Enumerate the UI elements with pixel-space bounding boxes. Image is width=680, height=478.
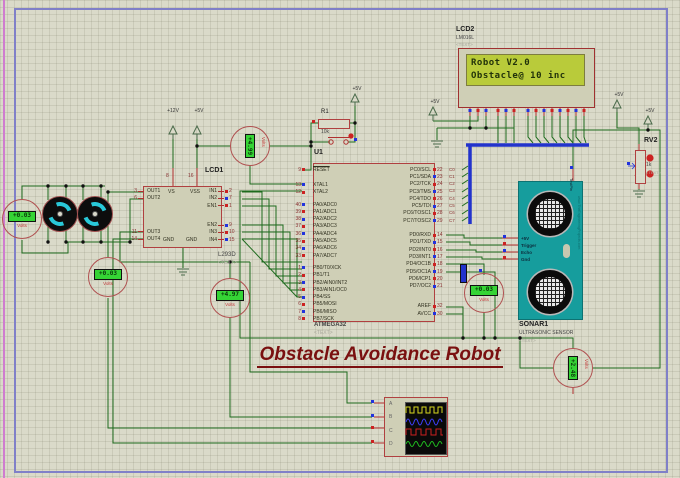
r1-value: 10k bbox=[321, 129, 330, 135]
voltmeter-4[interactable]: +4.97 Volts bbox=[210, 278, 250, 318]
lcd2-part: LM016L bbox=[456, 35, 475, 41]
crystal-icon bbox=[563, 244, 570, 258]
sonar-watermark: www.TheEngineeringProjects.com bbox=[577, 196, 581, 250]
resistor-r1[interactable] bbox=[318, 119, 350, 129]
voltmeter-unit: Volts bbox=[261, 137, 266, 147]
lcd2-screen: Robot V2.0 Obstacle@ 10 inc bbox=[466, 54, 585, 86]
voltmeter-unit: Volts bbox=[584, 359, 589, 369]
sonar-testpin-label: TestPin bbox=[569, 178, 574, 192]
rv2-ref: RV2 bbox=[644, 137, 658, 144]
transducer-icon bbox=[528, 192, 572, 236]
voltmeter-display: +4.97 bbox=[216, 289, 244, 301]
power-label-5v: +5V bbox=[645, 108, 655, 114]
u1-part: ATMEGA32 bbox=[314, 322, 347, 328]
motor-hub-icon bbox=[57, 211, 63, 217]
power-label-5v: +5V bbox=[194, 108, 204, 114]
bus-entry-segment bbox=[460, 264, 467, 283]
voltmeter-unit: Volts bbox=[479, 296, 489, 302]
sonar-ref: SONAR1 bbox=[519, 321, 549, 328]
lcd2-note: <TEXT> bbox=[456, 42, 473, 47]
u1-ref: U1 bbox=[314, 149, 323, 156]
driver-pin8-num: 8 bbox=[166, 173, 169, 179]
scope-channel-labels: ABCD bbox=[389, 401, 393, 447]
voltmeter-6[interactable]: +2.48 Volts bbox=[553, 348, 593, 388]
dc-motor-left[interactable] bbox=[42, 196, 78, 232]
voltmeter-unit: Volts bbox=[103, 280, 113, 286]
driver-ref: LCD1 bbox=[205, 167, 224, 174]
voltmeter-display: +0.03 bbox=[8, 210, 36, 222]
voltmeter-display: +0.03 bbox=[94, 268, 122, 280]
voltmeter-display: +4.99 bbox=[245, 134, 255, 158]
power-label-5v: +5V bbox=[352, 86, 362, 92]
rv2-note: <TEXT> bbox=[646, 170, 661, 175]
driver-gnd-label: GND bbox=[186, 237, 198, 243]
ultrasonic-sensor[interactable]: +5V Trigger Echo Gnd www.TheEngineeringProj… bbox=[518, 178, 583, 320]
driver-vss-label: VSS bbox=[190, 189, 201, 195]
driver-pin16-num: 16 bbox=[188, 173, 194, 179]
voltmeter-display: +0.03 bbox=[470, 284, 498, 296]
schematic-title: Obstacle Avoidance Robot bbox=[240, 344, 520, 368]
rv2-value: 1k bbox=[646, 162, 652, 168]
lcd2-pin-names bbox=[466, 86, 588, 103]
voltmeter-3[interactable]: +4.99 Volts bbox=[230, 126, 270, 166]
bus-wire-labels: C0 C1 C2 C3 C4 C5 C6 C7 bbox=[449, 166, 455, 223]
sonar-note: <TEXT> bbox=[519, 338, 536, 343]
r1-ref: R1 bbox=[321, 109, 329, 115]
power-label-5v: +5V bbox=[614, 92, 624, 98]
driver-right-pins: IN1 2 IN2 7 EN1 1 EN2 9 IN3 10 IN4 15 bbox=[207, 188, 235, 243]
voltmeter-2[interactable]: +0.03 Volts bbox=[88, 257, 128, 297]
oscilloscope[interactable]: ABCD bbox=[384, 397, 448, 457]
voltmeter-unit: Volts bbox=[17, 222, 27, 228]
lcd2-ref: LCD2 bbox=[456, 26, 475, 33]
schematic-canvas[interactable]: +0.03 Volts +0.03 Volts +4.99 Volts +4.9… bbox=[0, 0, 680, 478]
sonar-part: ULTRASONIC SENSOR bbox=[519, 330, 574, 336]
driver-vs-label: VS bbox=[168, 189, 175, 195]
voltmeter-display: +2.48 bbox=[568, 356, 578, 380]
driver-gnd-label: GND bbox=[163, 237, 175, 243]
driver-part: L293D bbox=[218, 252, 236, 258]
motor-hub-icon bbox=[92, 211, 98, 217]
voltmeter-unit: Volts bbox=[225, 301, 235, 307]
driver-note: <TEXT> bbox=[218, 260, 237, 266]
power-label-12v: +12V bbox=[167, 108, 179, 114]
u1-note: <TEXT> bbox=[314, 330, 333, 336]
transducer-icon bbox=[528, 270, 572, 314]
power-label-5v: +5V bbox=[430, 99, 440, 105]
pot-rv2[interactable] bbox=[635, 150, 646, 184]
workspace-edge bbox=[3, 0, 5, 478]
dc-motor-right[interactable] bbox=[77, 196, 113, 232]
voltmeter-1[interactable]: +0.03 Volts bbox=[2, 199, 42, 239]
sonar-pin-labels: +5V Trigger Echo Gnd bbox=[521, 236, 537, 262]
u1-left-pins: 9 RESET 13 XTAL1 12 XTAL2 40 PA0/ADC0 39 PA1/ADC1… bbox=[295, 166, 348, 322]
scope-screen bbox=[405, 402, 447, 455]
